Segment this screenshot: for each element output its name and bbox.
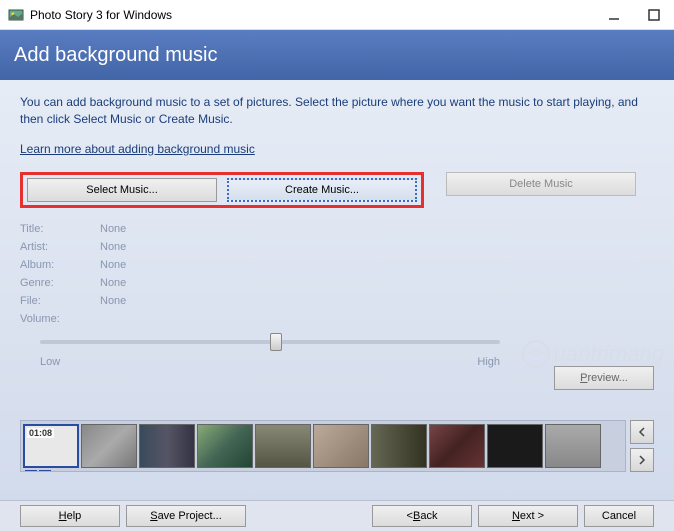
page-header: Add background music [0, 30, 674, 80]
back-button[interactable]: < Back [372, 505, 472, 527]
thumbnail[interactable] [81, 424, 137, 468]
create-music-button[interactable]: Create Music... [227, 178, 417, 202]
minimize-button[interactable] [602, 3, 626, 27]
thumbnail[interactable] [255, 424, 311, 468]
meta-file-value: None [100, 295, 126, 307]
filmstrip[interactable]: 01:08 [20, 420, 626, 472]
meta-artist-label: Artist: [20, 241, 100, 253]
scroll-left-button[interactable] [630, 420, 654, 444]
next-button[interactable]: Next > [478, 505, 578, 527]
learn-more-link[interactable]: Learn more about adding background music [20, 142, 255, 156]
titlebar: Photo Story 3 for Windows [0, 0, 674, 30]
meta-genre-value: None [100, 277, 126, 289]
thumbnail-selected[interactable]: 01:08 [23, 424, 79, 468]
select-music-button[interactable]: Select Music... [27, 178, 217, 202]
app-icon [8, 7, 24, 23]
content-area: You can add background music to a set of… [0, 80, 674, 500]
meta-genre-label: Genre: [20, 277, 100, 289]
lightbulb-icon [522, 340, 550, 368]
help-button[interactable]: Help [20, 505, 120, 527]
cancel-button[interactable]: Cancel [584, 505, 654, 527]
volume-slider-area: Low High [20, 340, 520, 368]
highlighted-buttons: Select Music... Create Music... [20, 172, 424, 208]
meta-artist-value: None [100, 241, 126, 253]
meta-album-label: Album: [20, 259, 100, 271]
volume-slider-thumb[interactable] [270, 333, 282, 351]
slider-high-label: High [477, 356, 500, 368]
volume-slider[interactable] [40, 340, 500, 344]
filmstrip-area: 01:08 [20, 414, 654, 478]
maximize-button[interactable] [642, 3, 666, 27]
thumbnail[interactable] [545, 424, 601, 468]
description-text: You can add background music to a set of… [20, 94, 654, 128]
music-metadata: Title:None Artist:None Album:None Genre:… [20, 220, 654, 328]
filmstrip-controls [630, 420, 654, 472]
thumbnail[interactable] [197, 424, 253, 468]
effect-icon [39, 470, 51, 472]
window-title: Photo Story 3 for Windows [30, 8, 602, 22]
save-project-button[interactable]: Save Project... [126, 505, 246, 527]
meta-album-value: None [100, 259, 126, 271]
page-title: Add background music [14, 44, 217, 67]
speech-icon [25, 470, 37, 472]
slider-low-label: Low [40, 356, 60, 368]
meta-file-label: File: [20, 295, 100, 307]
window-controls [602, 3, 666, 27]
preview-button[interactable]: Preview... [554, 366, 654, 390]
thumbnail[interactable] [313, 424, 369, 468]
scroll-right-button[interactable] [630, 448, 654, 472]
thumbnail-time: 01:08 [27, 428, 54, 438]
meta-volume-label: Volume: [20, 313, 100, 325]
thumbnail[interactable] [139, 424, 195, 468]
thumbnail[interactable] [487, 424, 543, 468]
thumbnail[interactable] [371, 424, 427, 468]
watermark: uantrimang [522, 340, 664, 368]
music-button-row: Select Music... Create Music... Delete M… [20, 172, 654, 208]
bottom-bar: Help Save Project... < Back Next > Cance… [0, 500, 674, 531]
thumbnail[interactable] [429, 424, 485, 468]
meta-title-label: Title: [20, 223, 100, 235]
meta-title-value: None [100, 223, 126, 235]
delete-music-button: Delete Music [446, 172, 636, 196]
